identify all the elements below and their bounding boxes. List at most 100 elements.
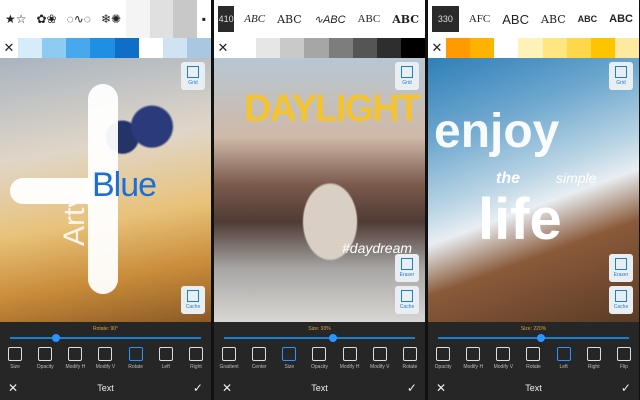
control-bar: Rotate: 90° Size Opacity Modify H Modify V R… bbox=[0, 322, 211, 400]
tool-label: Rotate bbox=[402, 364, 418, 370]
overlay-text-line1: enjoy bbox=[434, 105, 560, 158]
photo-canvas[interactable]: Blue Arty Grid Cache bbox=[0, 58, 211, 322]
tool-size[interactable]: Size bbox=[2, 344, 28, 374]
grid-icon bbox=[187, 66, 199, 78]
flip-icon bbox=[616, 347, 631, 361]
tool-label: Modify H bbox=[339, 364, 360, 370]
slider-knob[interactable] bbox=[537, 334, 546, 342]
eraser-button[interactable]: Eraser bbox=[395, 254, 419, 282]
font-option[interactable]: ABC bbox=[386, 13, 425, 26]
eraser-icon bbox=[401, 258, 413, 270]
grid-button[interactable]: Grid bbox=[609, 62, 633, 90]
font-option[interactable]: ABC bbox=[271, 13, 308, 26]
confirm-icon[interactable]: ✓ bbox=[193, 381, 203, 395]
mode-title: Text bbox=[525, 383, 542, 393]
size-icon bbox=[282, 347, 297, 361]
tool-opacity[interactable]: Opacity bbox=[306, 344, 332, 374]
tool-rotate[interactable]: Rotate bbox=[520, 344, 546, 374]
color-swatches[interactable] bbox=[446, 38, 639, 58]
editor-panel-1: ★☆ ✿❀ ◌∿◌ ❄✺ ▪ ✕ Blue Arty Grid Cache Ro bbox=[0, 0, 211, 400]
modify-v-icon bbox=[372, 347, 387, 361]
sticker-option[interactable]: ★☆ bbox=[0, 12, 32, 26]
tool-modify-h[interactable]: Modify H bbox=[62, 344, 88, 374]
sticker-option[interactable]: ✿❀ bbox=[32, 12, 62, 26]
font-size-box[interactable]: 410 bbox=[218, 6, 235, 32]
slider-knob[interactable] bbox=[329, 334, 338, 342]
sticker-option[interactable]: ▪ bbox=[197, 12, 211, 26]
shuffle-icon[interactable]: ✕ bbox=[214, 40, 232, 56]
modify-h-icon bbox=[466, 347, 481, 361]
confirm-icon[interactable]: ✓ bbox=[407, 381, 417, 395]
cancel-icon[interactable]: ✕ bbox=[222, 381, 232, 395]
cache-button[interactable]: Cache bbox=[181, 286, 205, 314]
tool-left[interactable]: Left bbox=[551, 344, 577, 374]
overlay-text-vertical: Arty bbox=[58, 192, 91, 246]
value-slider[interactable] bbox=[438, 334, 629, 342]
overlay-text-line4: life bbox=[478, 187, 562, 252]
tool-modify-v[interactable]: Modify V bbox=[490, 344, 516, 374]
tool-label: Opacity bbox=[434, 364, 452, 370]
tool-opacity[interactable]: Opacity bbox=[430, 344, 456, 374]
tool-modify-v[interactable]: Modify V bbox=[367, 344, 393, 374]
cache-button[interactable]: Cache bbox=[395, 286, 419, 314]
editor-panel-3: 330 AFC ABC ABC ABC ABC ✕ enjoy the simp… bbox=[428, 0, 639, 400]
slider-label: Size: 220% bbox=[520, 326, 547, 332]
tool-right[interactable]: Right bbox=[183, 344, 209, 374]
tool-opacity[interactable]: Opacity bbox=[32, 344, 58, 374]
cancel-icon[interactable]: ✕ bbox=[436, 381, 446, 395]
slider-knob[interactable] bbox=[52, 334, 61, 342]
confirm-icon[interactable]: ✓ bbox=[621, 381, 631, 395]
download-icon bbox=[187, 290, 199, 302]
sticker-option[interactable]: ◌∿◌ bbox=[62, 12, 96, 26]
control-bar: Size: 93% Gradient Center Size Opacity Modif… bbox=[214, 322, 425, 400]
tool-right[interactable]: Right bbox=[581, 344, 607, 374]
sticker-option[interactable]: ❄✺ bbox=[96, 12, 126, 26]
modify-v-icon bbox=[496, 347, 511, 361]
tool-label: Rotate bbox=[128, 364, 143, 370]
eraser-button[interactable]: Eraser bbox=[609, 254, 633, 282]
rotate-icon bbox=[402, 347, 417, 361]
cancel-icon[interactable]: ✕ bbox=[8, 381, 18, 395]
photo-canvas[interactable]: enjoy the simple life Grid Eraser Cache bbox=[428, 58, 639, 322]
tool-size[interactable]: Size bbox=[276, 344, 302, 374]
font-option[interactable]: ABC bbox=[352, 13, 387, 25]
font-option[interactable]: ABC bbox=[603, 13, 639, 25]
overlay-text-big: DAYLIGHT bbox=[244, 88, 421, 130]
overlay-text-big: Blue bbox=[92, 166, 157, 204]
tool-modify-h[interactable]: Modify H bbox=[337, 344, 363, 374]
color-swatches[interactable] bbox=[232, 38, 425, 58]
font-option[interactable]: AFC bbox=[463, 13, 496, 25]
grid-button[interactable]: Grid bbox=[395, 62, 419, 90]
font-option[interactable]: ∿ABC bbox=[308, 13, 352, 26]
tool-center[interactable]: Center bbox=[246, 344, 272, 374]
control-bar: Size: 220% Opacity Modify H Modify V Rotate… bbox=[428, 322, 639, 400]
font-option[interactable]: ABC bbox=[238, 13, 271, 25]
slider-label: Rotate: 90° bbox=[92, 326, 119, 332]
shuffle-icon[interactable]: ✕ bbox=[428, 40, 446, 56]
font-option[interactable]: ABC bbox=[496, 12, 535, 27]
font-size-box[interactable]: 330 bbox=[432, 6, 459, 32]
tool-label: Rotate bbox=[526, 364, 541, 370]
mode-title: Text bbox=[97, 383, 114, 393]
tool-rotate[interactable]: Rotate bbox=[123, 344, 149, 374]
tool-label: Opacity bbox=[311, 364, 328, 370]
tool-modify-h[interactable]: Modify H bbox=[460, 344, 486, 374]
tool-rotate[interactable]: Rotate bbox=[397, 344, 423, 374]
tool-left[interactable]: Left bbox=[153, 344, 179, 374]
color-swatches[interactable] bbox=[18, 38, 211, 58]
font-option[interactable]: ABC bbox=[535, 13, 572, 26]
value-slider[interactable] bbox=[10, 334, 201, 342]
grid-button[interactable]: Grid bbox=[181, 62, 205, 90]
editor-panel-2: 410 ABC ABC ∿ABC ABC ABC ✕ DAYLIGHT #day… bbox=[214, 0, 425, 400]
slider-label: Size: 93% bbox=[308, 326, 331, 332]
font-option[interactable]: ABC bbox=[572, 14, 604, 24]
tool-modify-v[interactable]: Modify V bbox=[92, 344, 118, 374]
tool-label: Left bbox=[161, 364, 170, 370]
left-icon bbox=[158, 347, 173, 361]
cache-button[interactable]: Cache bbox=[609, 286, 633, 314]
tool-flip[interactable]: Flip bbox=[611, 344, 637, 374]
shuffle-icon[interactable]: ✕ bbox=[0, 40, 18, 56]
tool-gradient[interactable]: Gradient bbox=[216, 344, 242, 374]
photo-canvas[interactable]: DAYLIGHT #daydream Grid Eraser Cache bbox=[214, 58, 425, 322]
value-slider[interactable] bbox=[224, 334, 415, 342]
